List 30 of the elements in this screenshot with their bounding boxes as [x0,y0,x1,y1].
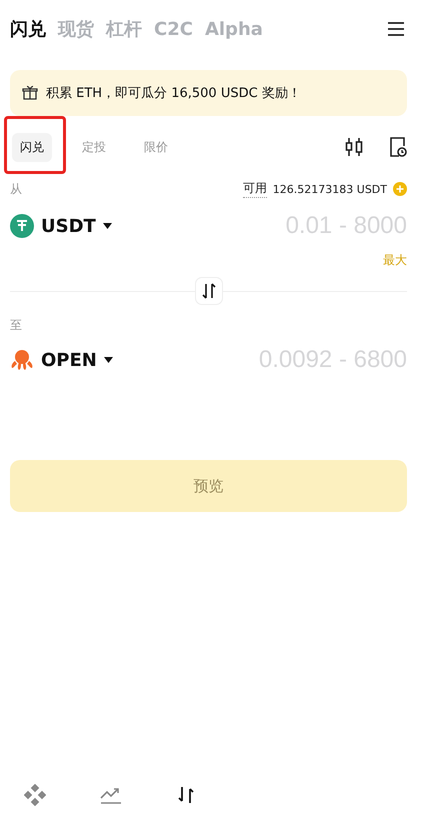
token-selector[interactable]: USDT [10,214,112,238]
candlestick-icon[interactable] [345,137,363,157]
highlight-box [4,116,66,174]
available-balance: 126.52173183 USDT [272,182,387,196]
max-button[interactable]: 最大 [383,252,407,269]
tab[interactable]: 杠杆 [106,17,142,41]
promo-banner[interactable]: 积累 ETH，即可瓜分 16,500 USDC 奖励！ [10,70,407,116]
tab[interactable]: C2C [154,17,193,41]
history-icon[interactable] [389,137,407,157]
swap-icon [202,283,216,299]
to-label: 至 [10,317,23,334]
caret-icon [102,223,112,229]
tab[interactable]: 闪兑 [10,17,46,41]
token-selector[interactable]: OPEN [10,348,113,372]
tab[interactable]: 现货 [58,17,94,41]
tether-icon [10,214,34,238]
swap-button[interactable] [194,277,222,305]
diamond-logo-icon[interactable] [24,784,46,806]
from-label: 从 [10,180,22,198]
tab[interactable]: Alpha [204,17,263,41]
menu-icon[interactable] [387,21,405,37]
tab[interactable]: 闪兑 [12,132,52,162]
tab[interactable]: 定投 [74,132,114,162]
available-label: 可用 [242,180,267,198]
caret-icon [104,357,113,363]
trend-chart-icon[interactable] [100,785,122,805]
tab[interactable]: 限价 [136,132,176,162]
octopus-icon [10,348,34,372]
banner-text: 积累 ETH，即可瓜分 16,500 USDC 奖励！ [46,85,301,102]
gift-icon [22,85,38,101]
